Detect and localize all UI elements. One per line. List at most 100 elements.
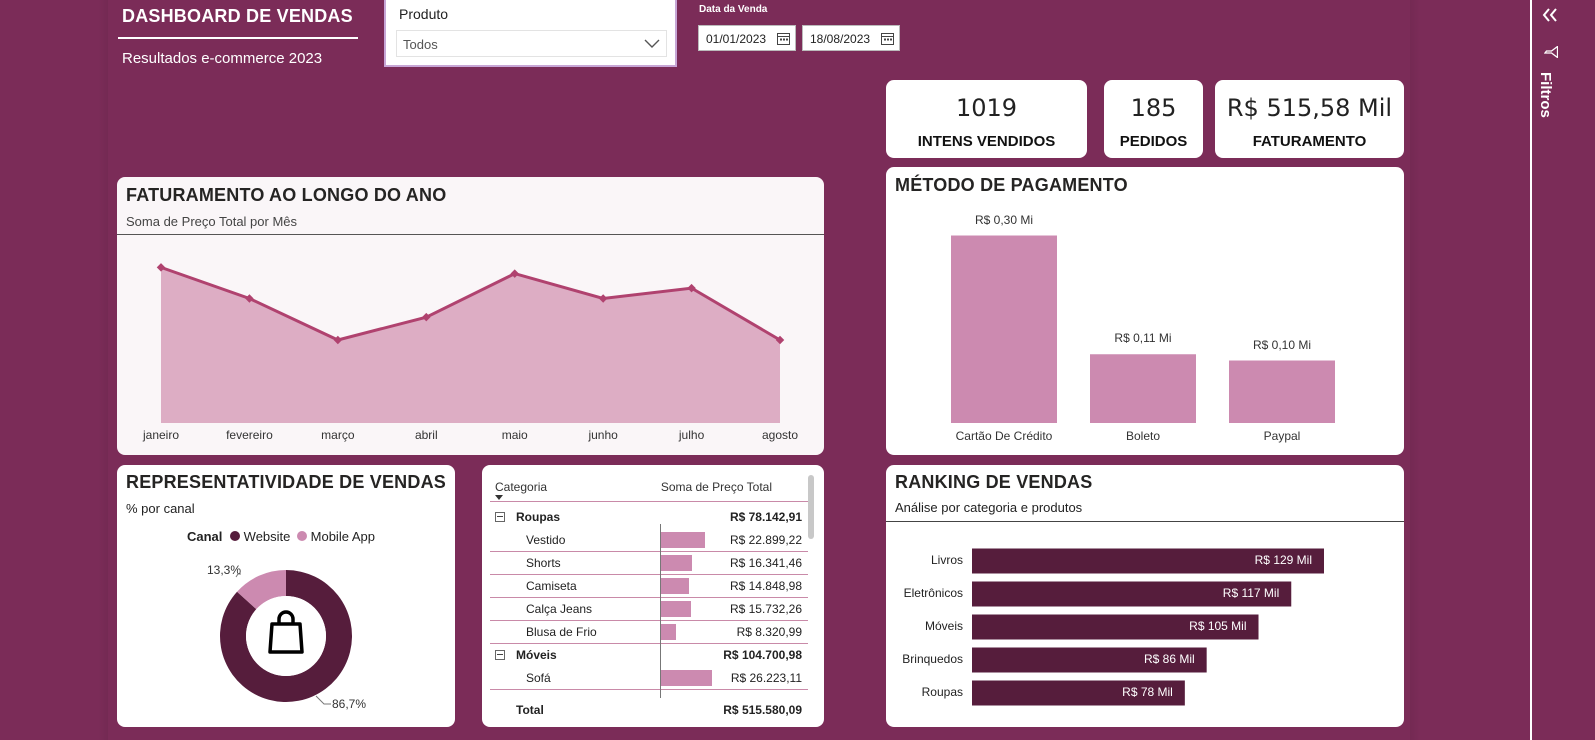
table-data-bar [660, 532, 705, 548]
start-date-input[interactable]: 01/01/2023 [698, 25, 796, 51]
payment-bar-2 [1229, 360, 1335, 423]
table-data-bar [660, 670, 712, 686]
table-total-value: R$ 515.580,09 [723, 703, 802, 717]
channel-chart-card: REPRESENTATIVIDADE DE VENDAS % por canal… [117, 465, 455, 727]
x-tick-agosto: agosto [761, 428, 799, 442]
table-cell-sum: R$ 14.848,98 [729, 579, 802, 593]
kpi-revenue: R$ 515,58 Mil FATURAMENTO [1215, 80, 1404, 158]
table-row[interactable]: Sofá R$ 26.223,11 [490, 667, 808, 690]
canvas-edge-right [1410, 0, 1420, 740]
ranking-data-label-3: R$ 86 Mil [1143, 652, 1195, 666]
payment-data-label-0: R$ 0,30 Mi [974, 212, 1034, 227]
table-data-bar [660, 578, 689, 594]
table-cell-sum: R$ 16.341,46 [729, 556, 802, 570]
table-cell-category: Roupas [516, 510, 561, 524]
table-group-row[interactable]: Móveis R$ 104.700,98 [490, 644, 808, 667]
end-date-input[interactable]: 18/08/2023 [802, 25, 900, 51]
x-tick-julho: julho [678, 428, 705, 442]
table-cell-sum: R$ 15.732,26 [729, 602, 802, 616]
ranking-chart-card: RANKING DE VENDAS Análise por categoria … [886, 465, 1404, 727]
table-cell-category: Vestido [526, 533, 566, 547]
end-date-value: 18/08/2023 [810, 32, 871, 46]
kpi-items-sold-value: 1019 [955, 94, 1018, 122]
funnel-icon[interactable] [1544, 46, 1558, 58]
category-table-card: Categoria Soma de Preço Total Roupas R$ 7… [482, 465, 824, 727]
table-cell-sum: R$ 8.320,99 [736, 625, 802, 639]
table-header-category[interactable]: Categoria [495, 480, 547, 494]
x-tick-janeiro: janeiro [142, 428, 180, 442]
calendar-icon[interactable] [881, 32, 894, 45]
table-row[interactable]: Camiseta R$ 14.848,98 [490, 575, 808, 598]
revenue-chart-card: FATURAMENTO AO LONGO DO ANO Soma de Preç… [117, 177, 824, 455]
table-cell-category: Sofá [526, 671, 551, 685]
date-filter-label: Data da Venda [699, 4, 768, 15]
x-tick-maio: maio [501, 428, 528, 442]
ranking-category-label-4: Roupas [921, 685, 963, 699]
revenue-area-fill [161, 267, 780, 423]
ranking-data-label-1: R$ 117 Mil [1222, 586, 1280, 600]
x-tick-fevereiro: fevereiro [226, 428, 273, 442]
page-subtitle: Resultados e-commerce 2023 [122, 50, 323, 67]
ranking-data-label-2: R$ 105 Mil [1189, 619, 1247, 633]
donut-hole [246, 596, 326, 676]
table-header-rule [490, 501, 808, 502]
table-data-bar [660, 555, 692, 571]
ranking-category-label-2: Móveis [924, 619, 963, 633]
collapse-toggle-icon[interactable] [495, 650, 505, 660]
filters-pane-label[interactable]: Filtros [1537, 72, 1554, 118]
payment-chart-card: MÉTODO DE PAGAMENTO R$ 0,30 Mi Cartão De … [886, 167, 1404, 455]
product-dropdown[interactable]: Todos [396, 30, 667, 57]
payment-data-label-1: R$ 0,11 Mi [1114, 331, 1172, 346]
table-row[interactable]: Shorts R$ 16.341,46 [490, 552, 808, 575]
ranking-data-label-4: R$ 78 Mil [1122, 685, 1173, 699]
kpi-orders: 185 PEDIDOS [1104, 80, 1203, 158]
donut-data-label-mobile: 13,3% [207, 563, 242, 577]
table-data-bar [660, 624, 676, 640]
product-slicer: Produto Todos [384, 0, 677, 67]
start-date-value: 01/01/2023 [706, 32, 767, 46]
table-cell-category: Móveis [516, 648, 557, 662]
calendar-icon[interactable] [777, 32, 790, 45]
canvas-edge-left [98, 0, 108, 740]
product-dropdown-value: Todos [403, 37, 438, 52]
table-row[interactable]: Calça Jeans R$ 15.732,26 [490, 598, 808, 621]
table-cell-sum: R$ 22.899,22 [729, 533, 802, 547]
table-cell-category: Camiseta [526, 579, 577, 593]
table-row[interactable]: Vestido R$ 22.899,22 [490, 529, 808, 552]
table-group-row[interactable]: Roupas R$ 78.142,91 [490, 506, 808, 529]
donut-leader-website [315, 695, 331, 705]
ranking-category-label-0: Livros [930, 553, 963, 567]
payment-data-label-2: R$ 0,10 Mi [1252, 337, 1312, 352]
table-total-label: Total [516, 703, 544, 717]
sort-descending-icon [495, 495, 503, 500]
chevron-down-icon [644, 39, 660, 48]
channel-donut-chart [220, 570, 353, 705]
page-title: DASHBOARD DE VENDAS [122, 6, 353, 26]
payment-bar-0 [951, 235, 1057, 423]
collapse-toggle-icon[interactable] [495, 512, 505, 522]
payment-category-label-0: Cartão De Crédito [955, 429, 1053, 443]
kpi-items-sold: 1019 INTENS VENDIDOS [886, 80, 1087, 158]
kpi-revenue-value: R$ 515,58 Mil [1226, 94, 1393, 122]
table-scrollbar[interactable] [808, 475, 814, 539]
table-header-sum[interactable]: Soma de Preço Total [661, 480, 772, 494]
product-slicer-label: Produto [399, 6, 449, 22]
table-cell-category: Shorts [526, 556, 561, 570]
double-chevron-left-icon[interactable] [1542, 8, 1558, 22]
table-cell-category: Calça Jeans [526, 602, 593, 616]
x-tick-junho: junho [588, 428, 618, 442]
table-data-bar [660, 601, 691, 617]
payment-category-label-1: Boleto [1125, 429, 1161, 443]
table-row[interactable]: Blusa de Frio R$ 8.320,99 [490, 621, 808, 644]
kpi-orders-value: 185 [1130, 94, 1177, 122]
donut-data-label-website: 86,7% [332, 697, 367, 711]
table-cell-sum: R$ 78.142,91 [729, 510, 802, 524]
kpi-revenue-caption: FATURAMENTO [1252, 133, 1367, 150]
kpi-items-sold-caption: INTENS VENDIDOS [917, 133, 1056, 150]
ranking-category-label-1: Eletrônicos [903, 586, 963, 600]
table-bar-axis [660, 524, 661, 698]
payment-bar-chart [951, 235, 1335, 423]
table-total-row: Total R$ 515.580,09 [490, 699, 808, 722]
x-tick-março: março [321, 428, 355, 442]
ranking-category-label-3: Brinquedos [902, 652, 963, 666]
